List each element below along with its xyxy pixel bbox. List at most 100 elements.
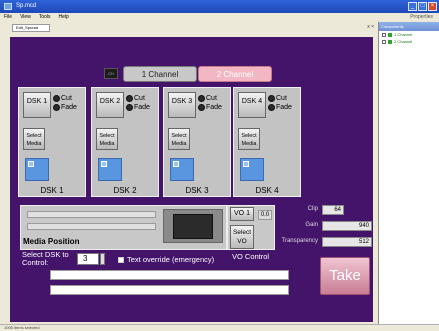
- expand-icon[interactable]: [382, 39, 386, 44]
- text-override-label: Text override (emergency): [127, 255, 215, 264]
- vo-control-panel: VO 1 Select VO 0.0: [227, 205, 275, 250]
- menu-tools[interactable]: Tools: [39, 13, 51, 22]
- document-controls[interactable]: x ×: [367, 24, 374, 30]
- radio-icon[interactable]: [268, 95, 275, 102]
- text-override-checkbox[interactable]: [118, 256, 124, 263]
- components-panel-header: Components: [379, 22, 439, 31]
- channel-icon: CH: [104, 68, 118, 79]
- dsk-1-select-media-button[interactable]: Select Media: [23, 128, 45, 150]
- component-label: 1 Channel: [394, 32, 413, 37]
- transparency-label: Transparency: [281, 238, 318, 244]
- dsk-4-fade-option[interactable]: Fade: [268, 104, 292, 111]
- radio-icon[interactable]: [53, 95, 60, 102]
- cut-label: Cut: [206, 95, 217, 102]
- dsk-4-cut-option[interactable]: Cut: [268, 95, 287, 102]
- dsk-number-input[interactable]: 3: [77, 253, 99, 265]
- dsk-3-cut-option[interactable]: Cut: [198, 95, 217, 102]
- media-position-label: Media Position: [23, 237, 80, 246]
- dsk-1-button[interactable]: DSK 1: [23, 92, 51, 118]
- vo-control-label: VO Control: [232, 252, 270, 261]
- gain-label: Gain: [305, 222, 318, 228]
- media-position-track[interactable]: [27, 211, 156, 218]
- image-icon: [243, 161, 249, 167]
- expand-icon[interactable]: [382, 32, 386, 37]
- cut-label: Cut: [134, 95, 145, 102]
- dsk-2-media-thumbnail[interactable]: [98, 158, 122, 181]
- document-tab[interactable]: Edit_Spread: [12, 24, 50, 32]
- dsk-2-select-media-button[interactable]: Select Media: [96, 128, 118, 150]
- radio-icon[interactable]: [126, 104, 133, 111]
- fade-label: Fade: [61, 104, 77, 111]
- radio-icon[interactable]: [198, 95, 205, 102]
- fade-label: Fade: [206, 104, 222, 111]
- dsk-panel-4: DSK 4 Cut Fade Select Media DSK 4: [233, 87, 301, 197]
- component-icon: [388, 32, 392, 37]
- dsk-4-media-thumbnail[interactable]: [240, 158, 264, 181]
- override-text-line-2[interactable]: [50, 285, 289, 295]
- dsk-panel-1: DSK 1 Cut Fade Select Media DSK 1: [18, 87, 86, 197]
- vo-1-button[interactable]: VO 1: [230, 207, 254, 221]
- spin-arrows-icon[interactable]: [100, 253, 105, 265]
- dsk-1-cut-option[interactable]: Cut: [53, 95, 72, 102]
- media-position-track[interactable]: [27, 223, 156, 230]
- dsk-1-label: DSK 1: [40, 186, 64, 195]
- dsk-4-label: DSK 4: [255, 186, 279, 195]
- dsk-panel-3: DSK 3 Cut Fade Select Media DSK 3: [163, 87, 231, 197]
- component-item[interactable]: 1 Channel: [379, 31, 439, 38]
- dsk-2-cut-option[interactable]: Cut: [126, 95, 145, 102]
- gain-field[interactable]: 940: [322, 221, 372, 231]
- channel-1-button[interactable]: 1 Channel: [123, 66, 197, 82]
- component-item[interactable]: 2 Channel: [379, 38, 439, 45]
- dsk-3-select-media-button[interactable]: Select Media: [168, 128, 190, 150]
- component-icon: [388, 39, 392, 44]
- radio-icon[interactable]: [53, 104, 60, 111]
- preview-screen: [173, 214, 213, 239]
- media-position-panel: Media Position: [20, 205, 227, 250]
- override-text-line-1[interactable]: [50, 270, 289, 280]
- cut-label: Cut: [276, 95, 287, 102]
- image-icon: [28, 161, 34, 167]
- app-icon: [4, 3, 12, 10]
- menu-view[interactable]: View: [20, 13, 31, 22]
- text-override-option[interactable]: Text override (emergency): [118, 255, 214, 264]
- window-buttons: _ □ ×: [408, 2, 437, 11]
- select-dsk-label: Select DSK to Control:: [22, 250, 69, 267]
- dsk-2-label: DSK 2: [113, 186, 137, 195]
- take-button[interactable]: Take: [320, 257, 370, 295]
- dsk-4-select-media-button[interactable]: Select Media: [238, 128, 260, 150]
- properties-menu[interactable]: Properties: [410, 13, 433, 22]
- dsk-1-media-thumbnail[interactable]: [25, 158, 49, 181]
- fade-label: Fade: [276, 104, 292, 111]
- dsk-3-button[interactable]: DSK 3: [168, 92, 196, 118]
- dsk-4-button[interactable]: DSK 4: [238, 92, 266, 118]
- menu-help[interactable]: Help: [59, 13, 69, 22]
- dsk-3-media-thumbnail[interactable]: [170, 158, 194, 181]
- fade-label: Fade: [134, 104, 150, 111]
- clip-label: Clip: [307, 206, 318, 212]
- dsk-2-button[interactable]: DSK 2: [96, 92, 124, 118]
- close-button[interactable]: ×: [428, 2, 437, 11]
- channel-2-button[interactable]: 2 Channel: [198, 66, 272, 82]
- dsk-3-fade-option[interactable]: Fade: [198, 104, 222, 111]
- components-panel: Components 1 Channel 2 Channel: [378, 22, 439, 324]
- clip-field[interactable]: 64: [322, 205, 344, 215]
- window-title: Sp.mcd: [16, 3, 37, 9]
- image-icon: [101, 161, 107, 167]
- dsk-1-fade-option[interactable]: Fade: [53, 104, 77, 111]
- menu-file[interactable]: File: [4, 13, 12, 22]
- select-vo-button[interactable]: Select VO: [230, 225, 254, 249]
- media-preview: [163, 209, 223, 243]
- radio-icon[interactable]: [198, 104, 205, 111]
- minimize-button[interactable]: _: [408, 2, 417, 11]
- radio-icon[interactable]: [126, 95, 133, 102]
- maximize-button[interactable]: □: [418, 2, 427, 11]
- dsk-2-fade-option[interactable]: Fade: [126, 104, 150, 111]
- menu-bar: File View Tools Help Properties: [0, 13, 439, 22]
- status-bar: 1005 items selected: [0, 324, 439, 331]
- radio-icon[interactable]: [268, 104, 275, 111]
- transparency-field[interactable]: 512: [322, 237, 372, 247]
- image-icon: [173, 161, 179, 167]
- vo-value-display: 0.0: [258, 210, 272, 220]
- component-label: 2 Channel: [394, 39, 413, 44]
- dsk-panel-2: DSK 2 Cut Fade Select Media DSK 2: [91, 87, 159, 197]
